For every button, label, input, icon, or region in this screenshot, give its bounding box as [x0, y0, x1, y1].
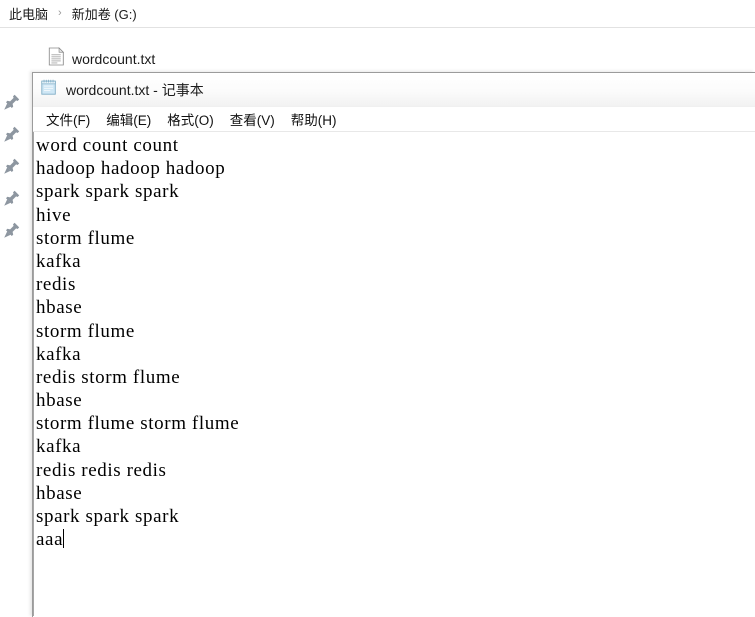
document-line-text: hive — [36, 204, 72, 226]
document-line: spark spark spark — [36, 505, 755, 528]
menu-edit[interactable]: 编辑(E) — [98, 107, 159, 131]
document-line-text: word count count — [36, 135, 179, 156]
pushpin-icon[interactable] — [3, 93, 21, 111]
menu-view[interactable]: 查看(V) — [222, 107, 283, 131]
menu-file[interactable]: 文件(F) — [38, 107, 98, 131]
document-line: kafka — [36, 343, 755, 366]
document-line-text: storm flume — [36, 227, 135, 249]
document-line: storm flume — [36, 227, 755, 250]
breadcrumb-item-this-pc[interactable]: 此电脑 — [6, 3, 51, 24]
document-line: hbase — [36, 482, 755, 505]
document-line: redis storm flume — [36, 366, 755, 389]
document-line: redis — [36, 273, 755, 296]
document-line: word count count — [36, 134, 755, 157]
document-line: storm flume storm flume — [36, 412, 755, 435]
document-line-text: spark spark spark — [36, 181, 180, 203]
document-line: spark spark spark — [36, 180, 755, 203]
document-line-text: kafka — [36, 343, 82, 365]
menu-format[interactable]: 格式(O) — [159, 107, 222, 131]
document-line-text: kafka — [36, 250, 82, 272]
document-line: kafka — [36, 435, 755, 458]
breadcrumb-item-drive-g[interactable]: 新加卷 (G:) — [69, 3, 140, 24]
menubar: 文件(F) 编辑(E) 格式(O) 查看(V) 帮助(H) — [33, 107, 755, 132]
document-line-text: kafka — [36, 436, 82, 458]
document-line-text: storm flume — [36, 320, 135, 342]
pushpin-icon[interactable] — [3, 157, 21, 175]
list-item-label: wordcount.txt — [72, 51, 156, 67]
text-editor[interactable]: word count count hadoop hadoop hadoop spar… — [33, 132, 755, 616]
document-line: hadoop hadoop hadoop — [36, 157, 755, 180]
document-line: redis redis redis — [36, 459, 755, 482]
screen: 此电脑 › 新加卷 (G:) wordcount.txt wordcount.t… — [0, 0, 755, 617]
document-line-text: storm flume storm flume — [36, 413, 240, 435]
pushpin-icon[interactable] — [3, 189, 21, 207]
document-line-text: hbase — [36, 390, 83, 412]
chevron-right-icon: › — [58, 7, 62, 19]
document-line: storm flume — [36, 320, 755, 343]
document-line: kafka — [36, 250, 755, 273]
notepad-window: wordcount.txt - 记事本 文件(F) 编辑(E) 格式(O) 查看… — [32, 72, 755, 617]
document-line: hbase — [36, 389, 755, 412]
document-line-text: aaa — [36, 529, 64, 551]
pushpin-icon[interactable] — [3, 125, 21, 143]
window-title: wordcount.txt - 记事本 — [66, 81, 204, 98]
document-line-text: hadoop hadoop hadoop — [36, 158, 226, 180]
document-line-text: redis redis redis — [36, 459, 167, 481]
titlebar[interactable]: wordcount.txt - 记事本 — [33, 73, 755, 107]
list-item[interactable]: wordcount.txt — [48, 46, 155, 72]
breadcrumb[interactable]: 此电脑 › 新加卷 (G:) — [0, 0, 755, 28]
pushpin-icon[interactable] — [3, 221, 21, 239]
notepad-icon — [40, 78, 58, 101]
text-caret — [63, 529, 65, 549]
menu-help[interactable]: 帮助(H) — [283, 107, 345, 131]
document-line-text: redis storm flume — [36, 366, 181, 388]
document-line-text: hbase — [36, 482, 83, 504]
navigation-pane — [0, 29, 32, 617]
text-file-icon — [48, 47, 65, 71]
document-line: hive — [36, 204, 755, 227]
document-text: word count count hadoop hadoop hadoop spar… — [36, 134, 755, 551]
document-line-text: redis — [36, 274, 76, 296]
document-line: hbase — [36, 296, 755, 319]
document-line-text: spark spark spark — [36, 506, 180, 527]
document-line-text: hbase — [36, 297, 83, 319]
document-line: aaa — [36, 528, 755, 551]
